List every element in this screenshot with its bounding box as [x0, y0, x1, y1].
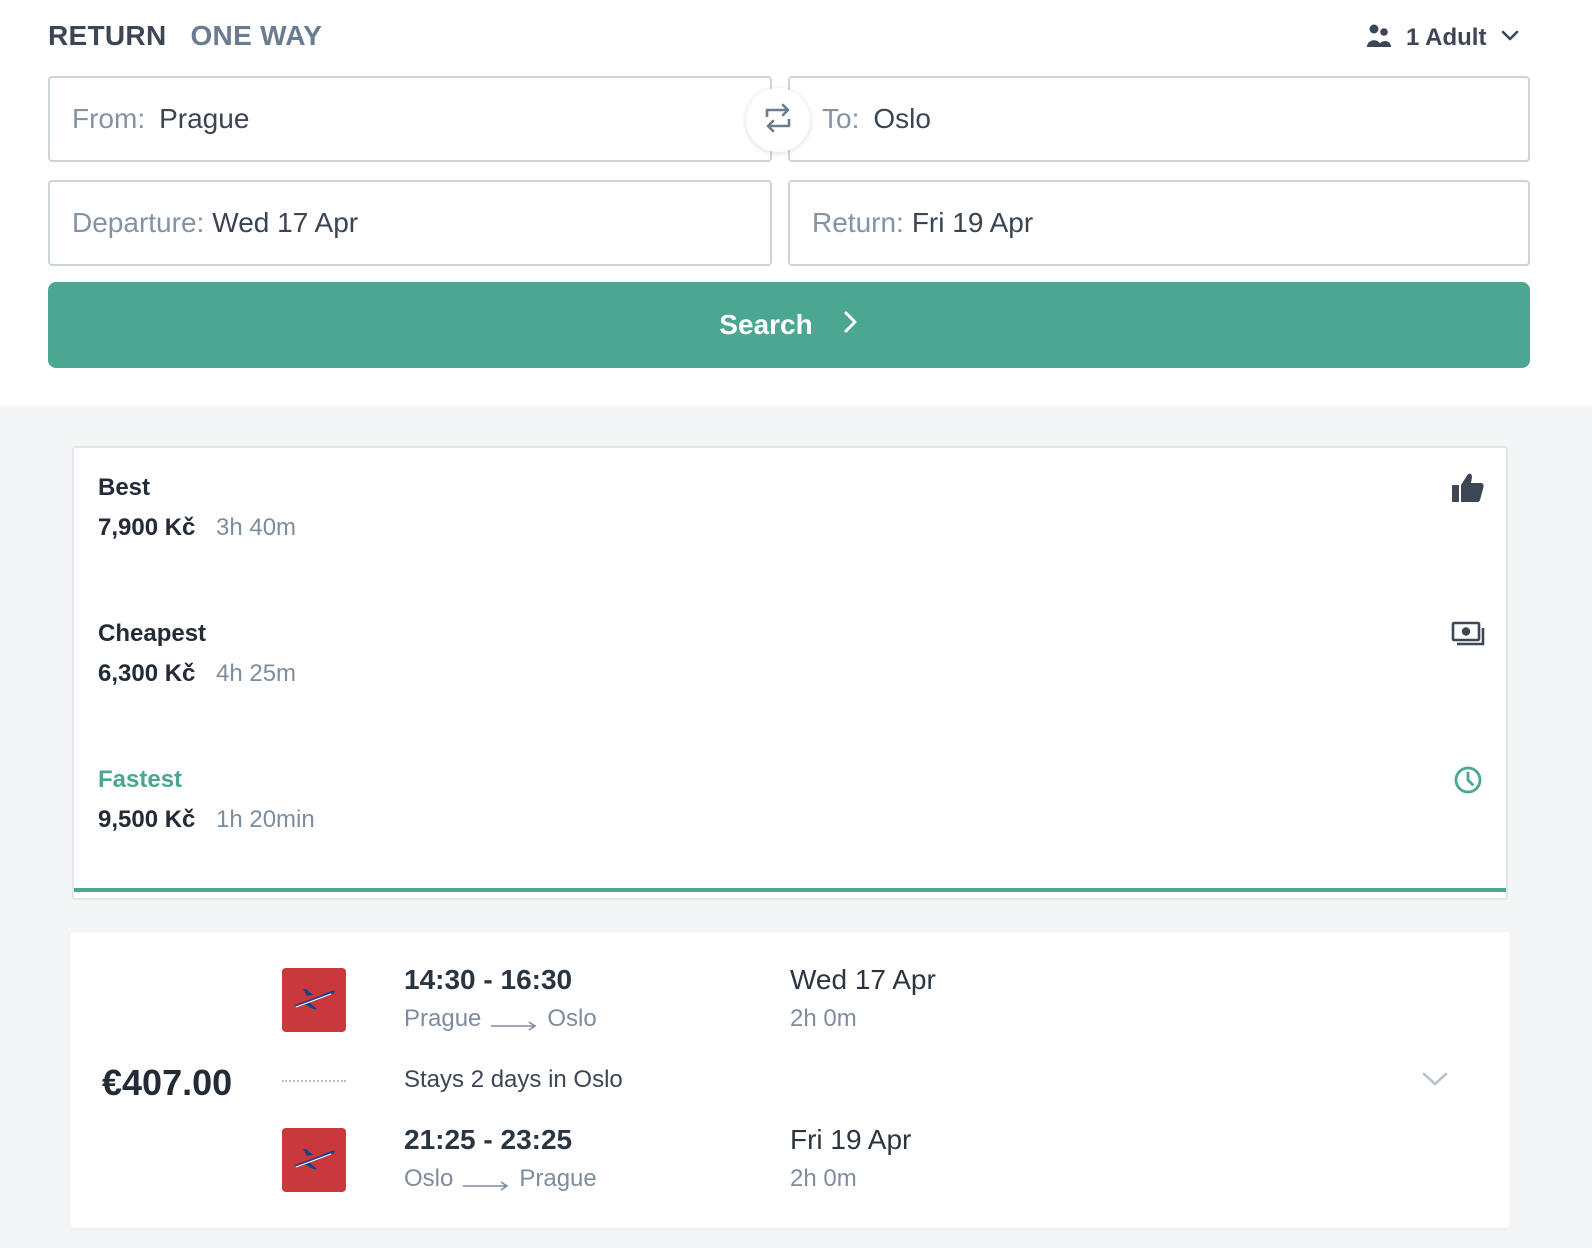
route-arrow-icon: [489, 1012, 539, 1031]
airplane-icon: [291, 1145, 337, 1176]
sort-option-title: Cheapest: [98, 620, 207, 647]
search-button[interactable]: Search: [48, 282, 1530, 368]
chevron-down-icon: [1500, 29, 1520, 48]
tab-one-way[interactable]: ONE WAY: [190, 20, 322, 52]
to-label: To:: [822, 103, 860, 134]
stay-info: Stays 2 days in Oslo: [404, 1066, 623, 1093]
passenger-count: 1 Adult: [1406, 24, 1487, 51]
route-arrow-icon: [461, 1172, 511, 1191]
sort-option-fastest[interactable]: Fastest 9,500 Kč 1h 20min: [74, 744, 1506, 892]
inbound-duration: 2h 0m: [790, 1165, 857, 1192]
from-field[interactable]: From: Prague: [48, 76, 772, 162]
to-value: Oslo: [873, 103, 931, 134]
sort-option-title: Best: [98, 474, 151, 501]
inbound-date: Fri 19 Apr: [790, 1124, 912, 1155]
return-date-field[interactable]: Return: Fri 19 Apr: [788, 180, 1530, 266]
sort-option-duration: 1h 20min: [216, 806, 315, 833]
outbound-duration: 2h 0m: [790, 1005, 857, 1032]
inbound-origin: Oslo: [404, 1165, 454, 1192]
swap-button[interactable]: [746, 88, 810, 152]
sort-option-title: Fastest: [98, 766, 183, 793]
inbound-destination: Prague: [519, 1165, 597, 1192]
outbound-route: Prague Oslo: [404, 1005, 597, 1033]
outbound-times: 14:30 - 16:30: [404, 964, 573, 995]
search-button-label: Search: [719, 309, 813, 340]
sort-options-panel: Best 7,900 Kč 3h 40m Cheapest 6,300 Kč 4…: [72, 446, 1508, 900]
departure-label: Departure:: [72, 207, 205, 238]
sort-option-cheapest[interactable]: Cheapest 6,300 Kč 4h 25m: [74, 596, 1506, 744]
sort-option-price: 6,300 Kč: [98, 660, 196, 687]
thumbs-up-icon: [1450, 470, 1486, 506]
airplane-icon: [291, 985, 337, 1016]
airline-logo: [282, 1128, 346, 1192]
inbound-times: 21:25 - 23:25: [404, 1124, 573, 1155]
from-label: From:: [72, 103, 146, 134]
money-icon: [1450, 616, 1486, 652]
flight-result-card[interactable]: €407.00 14:30 - 16:30 Prague Oslo Wed 17…: [70, 932, 1510, 1228]
sort-option-price: 7,900 Kč: [98, 514, 196, 541]
outbound-date: Wed 17 Apr: [790, 964, 936, 995]
departure-date-field[interactable]: Departure: Wed 17 Apr: [48, 180, 772, 266]
swap-arrows-icon: [761, 101, 795, 140]
expand-details-button[interactable]: [1420, 1064, 1450, 1094]
trip-type-tabs: RETURN ONE WAY: [48, 20, 322, 52]
passenger-selector[interactable]: 1 Adult: [1366, 20, 1520, 56]
sort-option-best[interactable]: Best 7,900 Kč 3h 40m: [74, 448, 1506, 596]
outbound-destination: Oslo: [547, 1005, 597, 1032]
airline-logo: [282, 968, 346, 1032]
chevron-right-icon: [843, 309, 859, 341]
sort-option-duration: 3h 40m: [216, 514, 297, 541]
sort-option-price: 9,500 Kč: [98, 806, 196, 833]
departure-value: Wed 17 Apr: [212, 207, 359, 238]
sort-option-duration: 4h 25m: [216, 660, 297, 687]
from-value: Prague: [159, 103, 250, 134]
stay-divider: [282, 1080, 346, 1082]
inbound-route: Oslo Prague: [404, 1165, 597, 1193]
search-panel: RETURN ONE WAY 1 Adult From: Prague To: …: [0, 0, 1592, 406]
result-price: €407.00: [102, 1062, 233, 1103]
users-icon: [1366, 23, 1392, 54]
active-sort-indicator: [74, 888, 1506, 892]
return-value: Fri 19 Apr: [911, 207, 1034, 238]
outbound-origin: Prague: [404, 1005, 482, 1032]
tab-return[interactable]: RETURN: [48, 20, 166, 52]
to-field[interactable]: To: Oslo: [788, 76, 1530, 162]
return-label: Return:: [812, 207, 904, 238]
clock-icon: [1450, 762, 1486, 798]
